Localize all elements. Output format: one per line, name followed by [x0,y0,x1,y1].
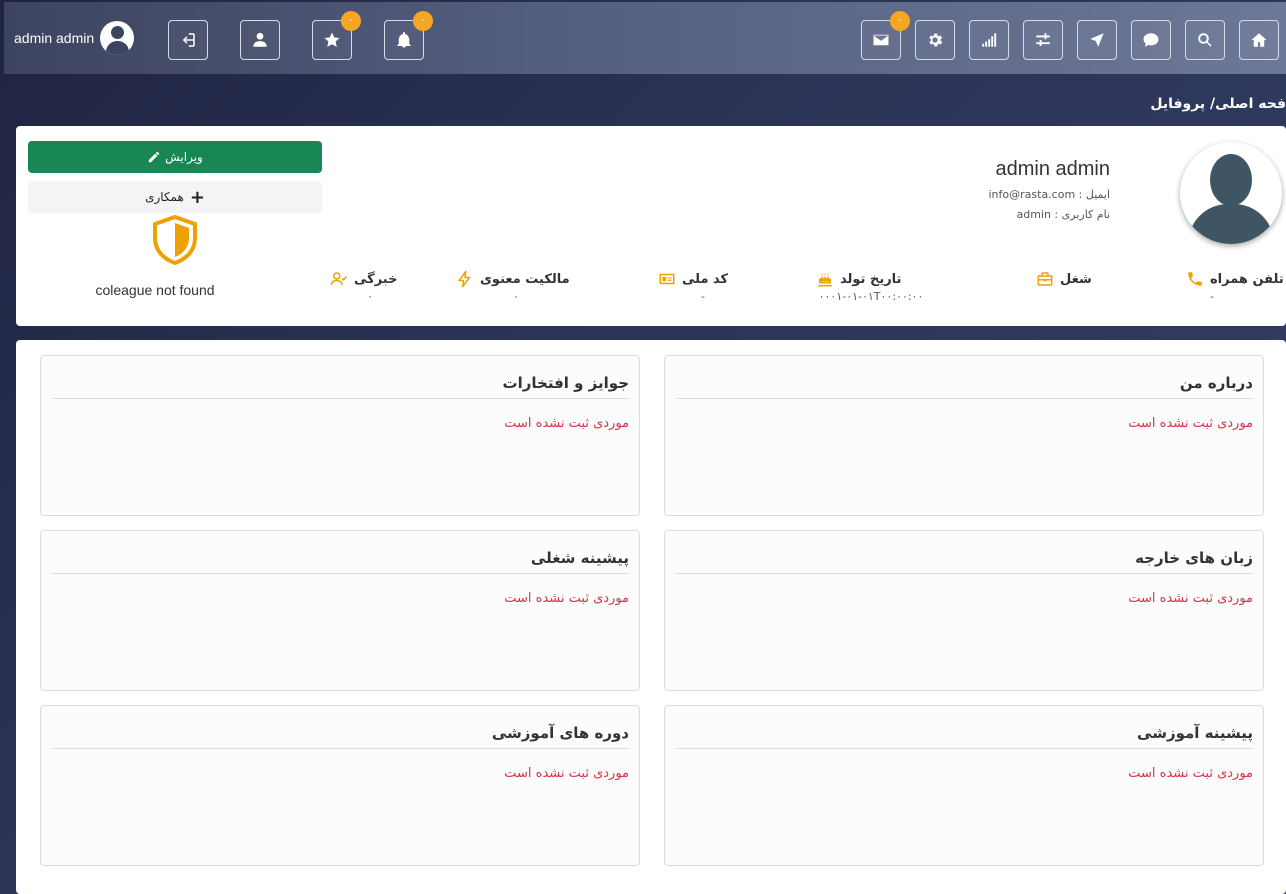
info-birthdate-value: ۰۰۰۱-۰۱-۰۱T۰۰:۰۰:۰۰ [818,290,924,303]
reports-button[interactable] [969,20,1009,60]
user-menu[interactable]: admin admin [14,20,135,56]
info-ip-value: ۰ [513,290,519,303]
info-job: شغل [1036,270,1116,290]
section-title: جوایز و افتخارات [502,374,629,392]
info-national-code: کد ملی - [658,270,748,303]
user-name: admin admin [14,30,95,46]
favorites-badge: ۰ [341,11,361,31]
profile-card: admin admin ایمیل : info@rasta.com نام ک… [16,126,1286,326]
info-birthdate-label: تاریخ تولد [840,271,902,287]
cooperation-button[interactable]: همکاری + [28,181,322,213]
section-empty-message: موردی ثبت نشده است [504,766,629,781]
divider [52,398,629,399]
info-expertise-value: ۰ [367,290,373,303]
signal-bars-icon [982,33,997,47]
section-title: زبان های خارجه [1135,549,1253,567]
settings-button[interactable] [915,20,955,60]
info-mobile: تلفن همراه - [1186,270,1286,303]
section-empty-message: موردی ثبت نشده است [1128,416,1253,431]
info-national-code-label: کد ملی [682,271,729,287]
avatar-head-shape [1210,154,1252,206]
info-mobile-value: - [1210,290,1214,303]
info-expertise-label: خبرگی [354,271,398,287]
home-icon [1251,33,1267,47]
section-title: دوره های آموزشی [491,724,629,742]
section-awards: جوایز و افتخارات موردی ثبت نشده است [40,355,640,516]
profile-email: ایمیل : info@rasta.com [988,188,1111,201]
breadcrumb[interactable]: فحه اصلی/ پروفایل [1150,96,1286,112]
bolt-icon [458,270,471,288]
section-empty-message: موردی ثبت نشده است [1128,766,1253,781]
colleague-status: coleague not found [95,282,215,298]
section-courses: دوره های آموزشی موردی ثبت نشده است [40,705,640,866]
section-about-me: درباره من موردی ثبت نشده است [664,355,1264,516]
filters-button[interactable] [1023,20,1063,60]
bell-icon [397,32,411,48]
profile-sections-panel: درباره من موردی ثبت نشده است جوایز و افت… [16,340,1286,894]
notifications-badge: ۰ [413,11,433,31]
edit-button-label: ویرایش [165,150,203,164]
section-empty-message: موردی ثبت نشده است [504,591,629,606]
location-arrow-icon [1090,33,1104,47]
profile-button[interactable] [240,20,280,60]
messages-button[interactable]: ۰ [861,11,910,60]
favorites-button[interactable]: ۰ [312,11,361,60]
id-card-icon [659,273,675,285]
location-button[interactable] [1077,20,1117,60]
chat-button[interactable] [1131,20,1171,60]
profile-avatar [1180,142,1282,244]
user-icon [253,32,267,47]
section-languages: زبان های خارجه موردی ثبت نشده است [664,530,1264,691]
briefcase-icon [1037,272,1053,286]
notifications-button[interactable]: ۰ [384,11,433,60]
sign-in-icon [182,33,195,47]
section-title: پیشینه آموزشی [1137,724,1253,742]
user-avatar-icon [100,21,135,55]
section-empty-message: موردی ثبت نشده است [504,416,629,431]
logout-button[interactable] [168,20,208,60]
divider [676,398,1253,399]
info-job-label: شغل [1060,271,1092,287]
star-icon [324,32,340,47]
edit-icon [148,151,160,163]
section-work-history: پیشینه شغلی موردی ثبت نشده است [40,530,640,691]
divider [52,573,629,574]
sliders-icon [1036,33,1050,46]
home-button[interactable] [1239,20,1279,60]
user-check-icon [330,272,348,286]
section-title: پیشینه شغلی [530,549,629,567]
info-expertise: خبرگی ۰ [330,270,410,303]
profile-username: نام کاربری : admin [1016,208,1110,221]
section-education: پیشینه آموزشی موردی ثبت نشده است [664,705,1264,866]
plus-icon: + [189,186,205,208]
section-title: درباره من [1179,374,1253,392]
divider [52,748,629,749]
info-mobile-label: تلفن همراه [1210,271,1284,287]
messages-badge: ۰ [890,11,910,31]
cooperation-button-label: همکاری [145,190,184,204]
edit-button[interactable]: ویرایش [28,141,322,173]
profile-name: admin admin [995,158,1110,180]
top-navbar: admin admin ۰ ۰ ۰ [4,2,1286,74]
cake-icon [818,273,832,287]
divider [676,748,1253,749]
info-ip: مالکیت معنوی ۰ [456,270,576,303]
info-ip-label: مالکیت معنوی [480,271,570,287]
gear-icon [929,33,943,47]
search-icon [1198,33,1212,47]
section-empty-message: موردی ثبت نشده است [1128,591,1253,606]
avatar-body-shape [1188,204,1274,244]
phone-icon [1188,272,1202,286]
info-birthdate: تاریخ تولد ۰۰۰۱-۰۱-۰۱T۰۰:۰۰:۰۰ [816,270,926,303]
comment-icon [1143,33,1159,47]
search-button[interactable] [1185,20,1225,60]
divider [676,573,1253,574]
envelope-icon [873,34,889,46]
shield-icon [153,214,197,266]
info-national-code-value: - [701,290,705,303]
